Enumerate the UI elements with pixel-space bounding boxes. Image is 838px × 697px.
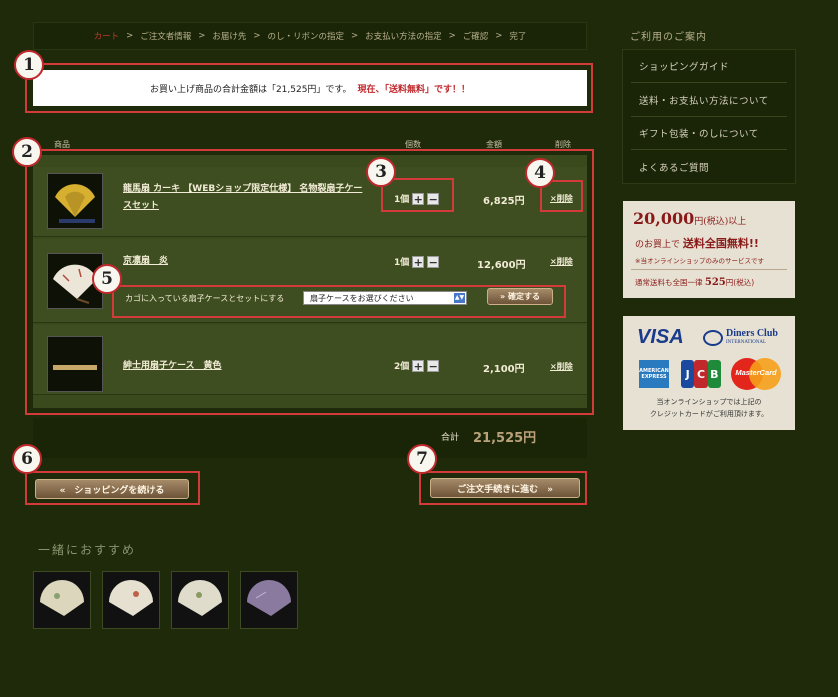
guide-item-shopping-guide[interactable]: ショッピングガイド: [631, 50, 787, 83]
diners-circle-icon: [703, 330, 723, 346]
flat-shipping-line: 通常送料も全国一律 525円(税込): [635, 277, 754, 288]
threshold-over: 以上: [728, 217, 747, 227]
fan-image-icon: [247, 580, 291, 616]
marker-5: 5: [92, 264, 122, 294]
breadcrumb-separator: >: [495, 31, 503, 41]
guide-item-shipping-payment[interactable]: 送料・お支払い方法について: [631, 84, 787, 117]
amex-logo-icon: AMERICAN EXPRESS: [639, 360, 669, 388]
recommend-item[interactable]: [33, 571, 91, 629]
threshold-yen: 円: [694, 217, 704, 227]
marker-7: 7: [407, 444, 437, 474]
breadcrumb-step-orderer: ご注文者情報: [140, 32, 192, 42]
diners-club-logo-icon: Diners Club INTERNATIONAL: [703, 329, 778, 347]
marker-6: 6: [12, 444, 42, 474]
annotation-box-3: [381, 178, 454, 212]
visa-logo-icon: VISA: [637, 326, 684, 348]
free-shipping-note: ※当オンラインショップのみのサービスです: [635, 257, 764, 265]
total-value: 21,525円: [473, 431, 537, 446]
jcb-c: C: [694, 360, 708, 388]
marker-2: 2: [12, 137, 42, 167]
recommend-item[interactable]: [240, 571, 298, 629]
free-shipping-banner[interactable]: 20,000円(税込)以上 のお買上で 送料全国無料!! ※当オンラインショップ…: [623, 201, 795, 298]
free-shipping-line: のお買上で 送料全国無料!!: [635, 235, 759, 251]
annotation-box-5: [112, 285, 566, 318]
breadcrumb-step-complete: 完了: [509, 32, 527, 42]
breadcrumb-separator: >: [448, 31, 456, 41]
fan-image-icon: [40, 580, 84, 616]
card-note-line2: クレジットカードがご利用頂けます。: [649, 410, 769, 418]
free-shipping-threshold: 20,000円(税込)以上: [633, 209, 746, 228]
jcb-logo-icon: J C B: [681, 360, 721, 388]
recommend-item[interactable]: [171, 571, 229, 629]
annotation-box-7: [419, 471, 587, 505]
marker-3: 3: [366, 157, 396, 187]
flat-shipping-tax: (税込): [733, 278, 755, 287]
marker-1: 1: [14, 50, 44, 80]
recommend-item[interactable]: [102, 571, 160, 629]
breadcrumb-separator: >: [126, 31, 134, 41]
breadcrumb-step-cart: カート: [93, 32, 120, 42]
card-note-line1: 当オンラインショップでは上記の: [656, 398, 762, 406]
guide-menu: ショッピングガイド 送料・お支払い方法について ギフト包装・のしについて よくあ…: [622, 49, 796, 184]
threshold-amount: 20,000: [633, 209, 695, 228]
marker-4: 4: [525, 158, 555, 188]
guide-item-gift-wrap[interactable]: ギフト包装・のしについて: [631, 117, 787, 150]
mastercard-logo-icon: MasterCard: [731, 358, 781, 390]
free-shipping-prefix: のお買上で: [635, 240, 681, 250]
fan-image-icon: [178, 580, 222, 616]
card-note: 当オンラインショップでは上記の クレジットカードがご利用頂けます。: [623, 396, 795, 420]
diners-text: Diners Club INTERNATIONAL: [726, 329, 778, 347]
annotation-box-6: [25, 471, 200, 505]
total-label: 合計: [441, 433, 460, 443]
divider: [631, 269, 787, 270]
threshold-tax: (税込): [703, 217, 729, 227]
mastercard-text: MasterCard: [735, 368, 777, 377]
breadcrumb-step-noshi: のし・リボンの指定: [267, 32, 344, 42]
jcb-b: B: [707, 360, 721, 388]
breadcrumb-step-payment: お支払い方法の指定: [365, 32, 442, 42]
recommend-title: 一緒におすすめ: [38, 543, 137, 557]
flat-shipping-prefix: 通常送料も全国一律: [635, 278, 703, 287]
guide-item-faq[interactable]: よくあるご質問: [631, 150, 787, 183]
breadcrumb: カート > ご注文者情報 > お届け先 > のし・リボンの指定 > お支払い方法…: [33, 22, 587, 50]
breadcrumb-step-confirm: ご確認: [462, 32, 489, 42]
jcb-j: J: [681, 360, 695, 388]
guide-title: ご利用のご案内: [630, 32, 707, 43]
breadcrumb-separator: >: [351, 31, 359, 41]
breadcrumb-step-destination: お届け先: [212, 32, 247, 42]
free-shipping-bold: 送料全国無料!!: [682, 237, 759, 250]
credit-card-banner: VISA Diners Club INTERNATIONAL AMERICAN E…: [623, 316, 795, 430]
cart-total-bar: 合計 21,525円: [33, 418, 587, 458]
breadcrumb-separator: >: [253, 31, 261, 41]
breadcrumb-separator: >: [198, 31, 206, 41]
annotation-box-1: [25, 63, 593, 113]
diners-sub: INTERNATIONAL: [726, 340, 766, 345]
fan-image-icon: [109, 580, 153, 616]
flat-shipping-amount: 525: [704, 277, 726, 288]
